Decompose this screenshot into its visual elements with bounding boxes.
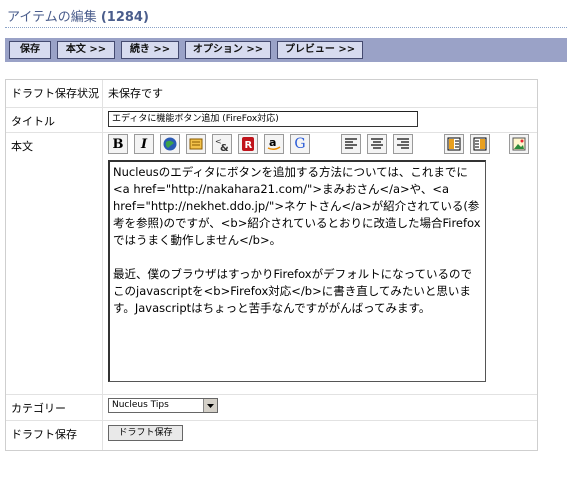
svg-text:a: a <box>269 136 276 149</box>
body-textarea[interactable]: Nucleusのエディタにボタンを追加する方法については、これまでに<a hre… <box>108 160 486 382</box>
category-label: カテゴリー <box>11 402 66 415</box>
body-label: 本文 <box>11 140 33 153</box>
draft-save-row: ドラフト保存 ドラフト保存 <box>6 421 537 450</box>
column-right-icon[interactable] <box>470 134 490 154</box>
edit-form: ドラフト保存状況 未保存です タイトル エディタに機能ボタン追加 (FireFo… <box>5 79 538 451</box>
title-row: タイトル エディタに機能ボタン追加 (FireFox対応) <box>6 108 537 133</box>
category-row: カテゴリー Nucleus Tips <box>6 395 537 421</box>
chevron-down-icon[interactable] <box>203 399 217 412</box>
note-icon[interactable] <box>186 134 206 154</box>
svg-text:&: & <box>220 143 229 152</box>
link-icon[interactable] <box>160 134 180 154</box>
title-input[interactable]: エディタに機能ボタン追加 (FireFox対応) <box>108 111 418 127</box>
title-label: タイトル <box>11 115 55 128</box>
tab-save[interactable]: 保存 <box>9 41 51 59</box>
align-center-icon[interactable] <box>367 134 387 154</box>
body-row: 本文 B I < & R a G Nucleusのエディタにボタンを追加する方法… <box>6 133 537 395</box>
image-icon[interactable] <box>509 134 529 154</box>
tab-options[interactable]: オプション >> <box>185 41 271 59</box>
category-select[interactable]: Nucleus Tips <box>108 398 218 413</box>
draft-status-row: ドラフト保存状況 未保存です <box>6 80 537 108</box>
tab-body[interactable]: 本文 >> <box>57 41 115 59</box>
r-icon[interactable]: R <box>238 134 258 154</box>
draft-save-label: ドラフト保存 <box>11 428 77 441</box>
draft-status-label: ドラフト保存状況 <box>11 87 99 100</box>
align-left-icon[interactable] <box>341 134 361 154</box>
column-left-icon[interactable] <box>444 134 464 154</box>
page-title-text: アイテムの編集 <box>7 10 97 25</box>
draft-save-button[interactable]: ドラフト保存 <box>108 425 183 441</box>
title-divider <box>5 27 567 28</box>
category-selected: Nucleus Tips <box>112 400 169 410</box>
align-right-icon[interactable] <box>393 134 413 154</box>
amazon-icon[interactable]: a <box>264 134 284 154</box>
bold-icon[interactable]: B <box>108 134 128 154</box>
ampersand-link-icon[interactable]: < & <box>212 134 232 154</box>
tab-more[interactable]: 続き >> <box>121 41 179 59</box>
page-title: アイテムの編集 (1284) <box>7 6 149 25</box>
draft-status-value: 未保存です <box>108 87 163 100</box>
tab-preview[interactable]: プレビュー >> <box>277 41 363 59</box>
item-count: (1284) <box>100 10 149 25</box>
italic-icon[interactable]: I <box>134 134 154 154</box>
tab-bar: 保存 本文 >> 続き >> オプション >> プレビュー >> <box>5 38 567 62</box>
google-icon[interactable]: G <box>290 134 310 154</box>
svg-text:R: R <box>245 140 253 151</box>
